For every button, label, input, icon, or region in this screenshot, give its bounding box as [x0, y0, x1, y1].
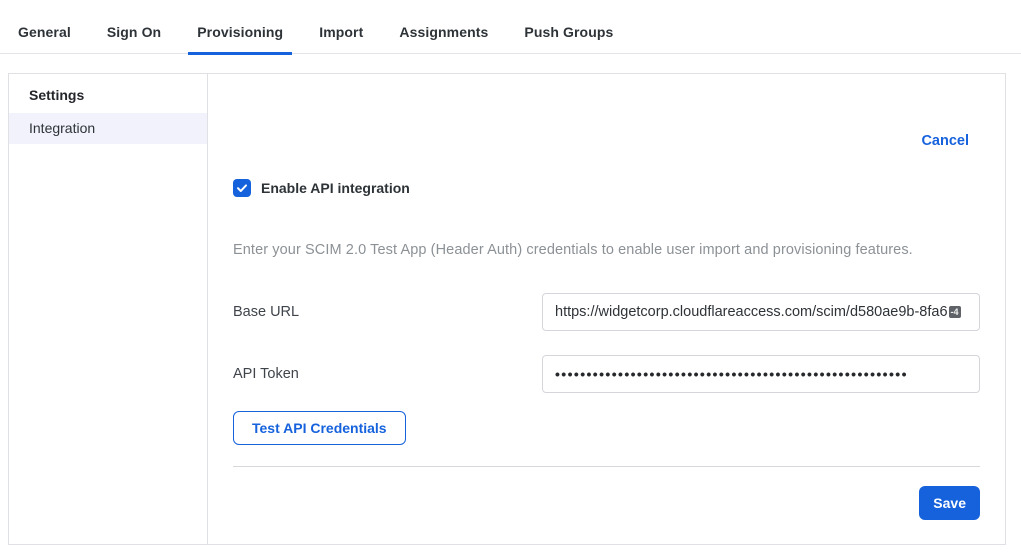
base-url-label: Base URL: [233, 304, 542, 320]
base-url-input[interactable]: https://widgetcorp.cloudflareaccess.com/…: [542, 293, 980, 331]
base-url-row: Base URL https://widgetcorp.cloudflareac…: [233, 293, 980, 331]
cancel-button[interactable]: Cancel: [921, 133, 969, 149]
tab-general[interactable]: General: [9, 11, 80, 55]
provisioning-panel: Settings Integration Cancel Enable API i…: [8, 73, 1006, 545]
tab-push-groups[interactable]: Push Groups: [515, 11, 622, 55]
tab-import[interactable]: Import: [310, 11, 372, 55]
checkmark-icon: [236, 182, 248, 194]
sidebar-heading: Settings: [9, 74, 207, 113]
footer-divider: [233, 466, 980, 467]
settings-sidebar: Settings Integration: [9, 74, 208, 544]
test-api-credentials-button[interactable]: Test API Credentials: [233, 411, 406, 445]
base-url-value: https://widgetcorp.cloudflareaccess.com/…: [555, 304, 948, 320]
cancel-row: Cancel: [233, 132, 980, 150]
app-tab-bar: General Sign On Provisioning Import Assi…: [0, 0, 1021, 54]
tab-provisioning[interactable]: Provisioning: [188, 11, 292, 55]
sidebar-item-integration[interactable]: Integration: [9, 113, 207, 144]
api-token-row: API Token ••••••••••••••••••••••••••••••…: [233, 355, 980, 393]
test-credentials-row: Test API Credentials: [233, 411, 980, 445]
text-cursor-selection: -4: [949, 306, 961, 318]
enable-api-checkbox[interactable]: [233, 179, 251, 197]
save-row: Save: [233, 486, 980, 520]
integration-form: Cancel Enable API integration Enter your…: [208, 74, 1005, 544]
api-token-input[interactable]: ••••••••••••••••••••••••••••••••••••••••…: [542, 355, 980, 393]
api-token-masked-value: ••••••••••••••••••••••••••••••••••••••••…: [555, 366, 908, 382]
credentials-description: Enter your SCIM 2.0 Test App (Header Aut…: [233, 242, 980, 258]
tab-sign-on[interactable]: Sign On: [98, 11, 170, 55]
tab-assignments[interactable]: Assignments: [390, 11, 497, 55]
enable-api-label: Enable API integration: [261, 180, 410, 196]
api-token-label: API Token: [233, 366, 542, 382]
enable-api-row: Enable API integration: [233, 179, 980, 197]
save-button[interactable]: Save: [919, 486, 980, 520]
